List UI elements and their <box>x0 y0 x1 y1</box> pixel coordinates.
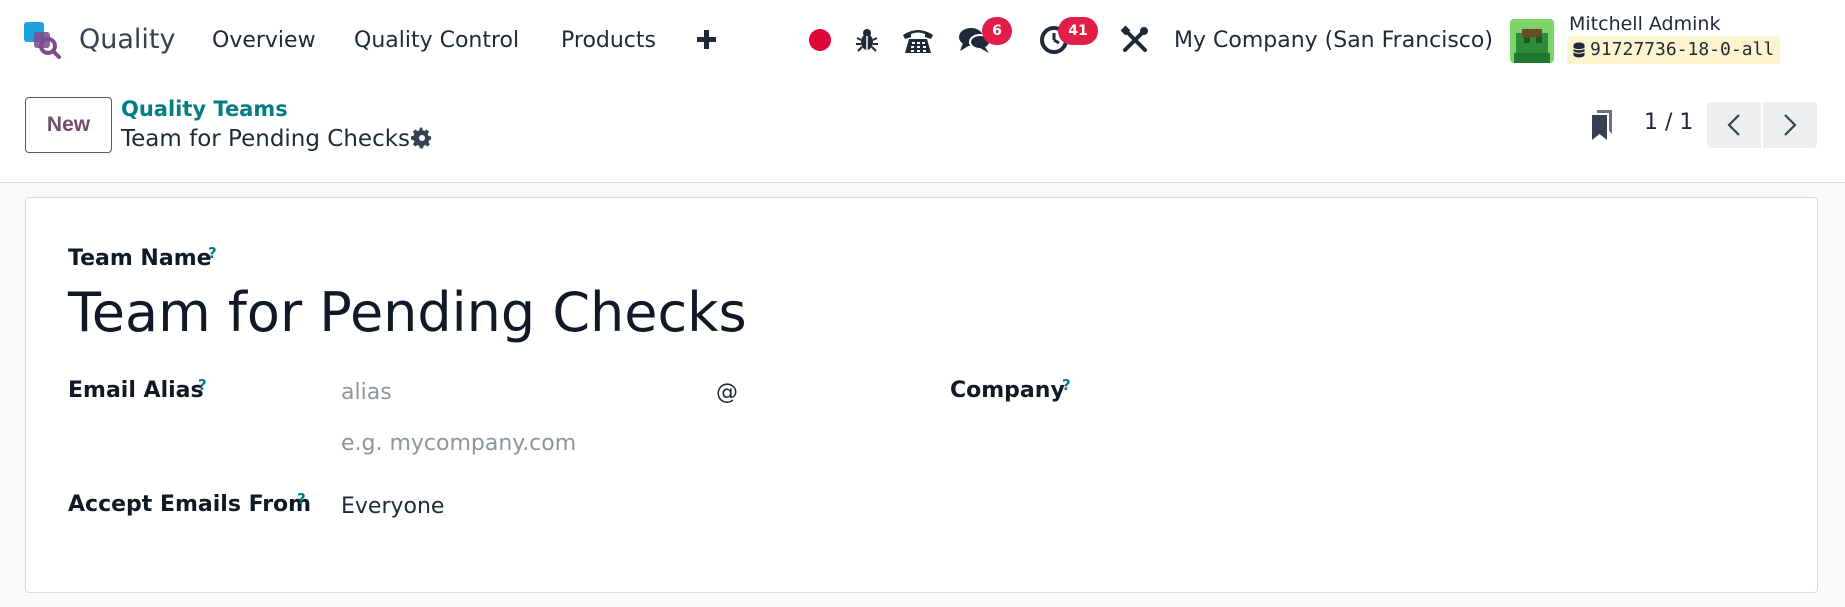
team-name-input[interactable]: Team for Pending Checks <box>68 278 747 348</box>
menu-products[interactable]: Products <box>561 26 656 56</box>
company-help[interactable]: ? <box>1062 377 1071 393</box>
menu-overview[interactable]: Overview <box>212 26 316 56</box>
phone-icon[interactable] <box>900 22 936 58</box>
alias-input[interactable]: alias <box>341 378 392 408</box>
accept-emails-select[interactable]: Everyone <box>341 492 444 522</box>
team-name-help[interactable]: ? <box>208 245 217 261</box>
form-sheet: Team Name ? Team for Pending Checks Emai… <box>25 197 1818 593</box>
chevron-right-icon <box>1784 114 1797 136</box>
app-name[interactable]: Quality <box>79 22 175 58</box>
chevron-left-icon <box>1727 114 1740 136</box>
bug-icon[interactable] <box>849 22 885 58</box>
activities-badge: 41 <box>1058 17 1098 45</box>
email-alias-label: Email Alias <box>68 378 204 403</box>
email-alias-help[interactable]: ? <box>198 377 207 393</box>
pager-next-button[interactable] <box>1763 102 1817 148</box>
team-name-label: Team Name <box>68 246 212 271</box>
messages-badge: 6 <box>982 17 1012 45</box>
database-badge: 91727736-18-0-all <box>1567 36 1781 64</box>
top-navbar: Quality Overview Quality Control Product… <box>0 0 1845 80</box>
company-label: Company <box>950 378 1065 403</box>
accept-emails-label: Accept Emails From <box>68 492 312 517</box>
database-icon <box>1573 42 1585 58</box>
plus-icon[interactable] <box>695 24 719 54</box>
user-avatar[interactable] <box>1510 19 1554 63</box>
pager-value[interactable]: 1 / 1 <box>1644 108 1693 138</box>
control-panel: New Quality Teams Team for Pending Check… <box>0 80 1845 183</box>
quality-app-icon[interactable] <box>24 22 62 60</box>
database-name: 91727736-18-0-all <box>1590 39 1775 60</box>
breadcrumb-quality-teams[interactable]: Quality Teams <box>121 95 288 123</box>
new-button[interactable]: New <box>25 97 112 153</box>
gear-icon[interactable] <box>410 126 434 150</box>
alias-domain-input[interactable]: e.g. mycompany.com <box>341 429 576 459</box>
user-name[interactable]: Mitchell Admink <box>1569 12 1720 36</box>
debug-tools-icon[interactable] <box>1117 22 1153 58</box>
accept-emails-help[interactable]: ? <box>297 491 306 507</box>
breadcrumb-current-record: Team for Pending Checks <box>121 126 411 152</box>
bookmark-icon[interactable] <box>1590 108 1614 142</box>
menu-quality-control[interactable]: Quality Control <box>354 26 519 56</box>
recording-icon[interactable] <box>802 22 838 58</box>
pager-previous-button[interactable] <box>1707 102 1761 148</box>
alias-at-sign: @ <box>716 380 738 405</box>
company-switcher[interactable]: My Company (San Francisco) <box>1174 26 1493 56</box>
